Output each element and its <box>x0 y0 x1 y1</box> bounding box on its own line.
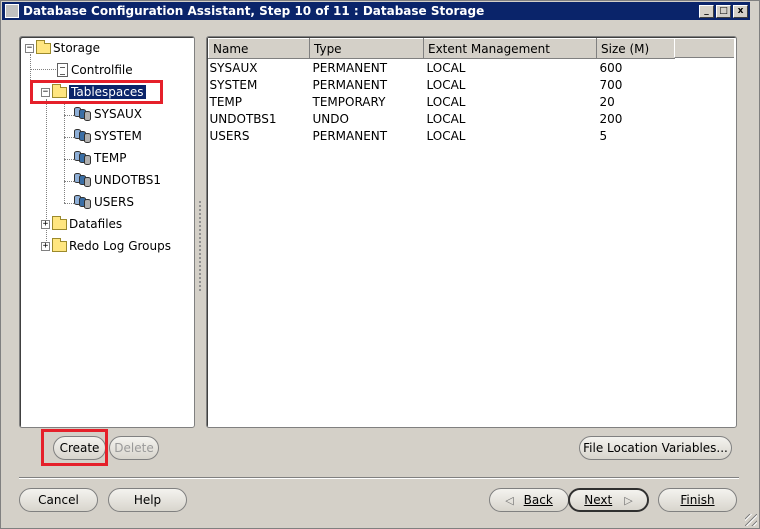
tree-node-tablespace[interactable]: SYSTEM <box>74 127 142 145</box>
next-arrow-icon: ▷ <box>624 493 633 507</box>
close-button[interactable]: x <box>733 4 748 18</box>
table-row[interactable]: SYSAUX PERMANENT LOCAL 600 <box>209 59 675 77</box>
tree-node-datafiles[interactable]: + Datafiles <box>41 215 122 233</box>
maximize-button[interactable]: □ <box>716 4 731 18</box>
tree-node-label: SYSTEM <box>94 129 142 143</box>
finish-button[interactable]: Finish <box>658 488 737 512</box>
cell-type: PERMANENT <box>312 128 388 143</box>
column-header-type[interactable]: Type <box>309 38 424 59</box>
highlight-box-create <box>41 429 108 466</box>
table-row[interactable]: UNDOTBS1 UNDO LOCAL 200 <box>209 110 675 127</box>
tree-node-storage[interactable]: − Storage <box>25 39 100 57</box>
resize-grip-icon[interactable] <box>745 514 757 526</box>
cell-type: UNDO <box>312 111 349 126</box>
tree-node-label: Datafiles <box>69 217 123 231</box>
tree-connector <box>30 69 56 70</box>
footer-separator <box>19 477 739 479</box>
table-row[interactable]: SYSTEM PERMANENT LOCAL 700 <box>209 76 675 93</box>
table-row[interactable]: USERS PERMANENT LOCAL 5 <box>209 127 675 144</box>
next-button-label: Next <box>584 493 613 507</box>
cell-size: 5 <box>599 128 608 143</box>
back-button[interactable]: ◁ Back <box>489 488 569 512</box>
cell-type: PERMANENT <box>312 60 388 75</box>
expand-icon[interactable]: + <box>41 241 50 251</box>
highlight-box-tablespaces <box>30 80 163 104</box>
app-icon <box>5 4 19 18</box>
tree-node-label: UNDOTBS1 <box>94 173 162 187</box>
collapse-icon[interactable]: − <box>25 43 34 53</box>
cell-size: 600 <box>599 60 623 75</box>
tree-node-redo-log-groups[interactable]: + Redo Log Groups <box>41 237 171 255</box>
window-title: Database Configuration Assistant, Step 1… <box>23 4 485 18</box>
tree-connector <box>64 115 74 116</box>
tablespace-icon <box>74 151 92 165</box>
cell-extent-management: LOCAL <box>426 111 466 126</box>
cell-size: 200 <box>599 111 623 126</box>
panel-splitter[interactable] <box>199 201 203 291</box>
cancel-button[interactable]: Cancel <box>19 488 98 512</box>
cell-extent-management: LOCAL <box>426 94 466 109</box>
finish-button-label: Finish <box>680 493 715 507</box>
tree-node-tablespace[interactable]: UNDOTBS1 <box>74 171 161 189</box>
cell-size: 700 <box>599 77 623 92</box>
tree-node-tablespace[interactable]: USERS <box>74 193 134 211</box>
cell-name: TEMP <box>209 94 243 109</box>
cell-extent-management: LOCAL <box>426 77 466 92</box>
tablespace-icon <box>74 129 92 143</box>
cell-type: TEMPORARY <box>312 94 386 109</box>
tablespace-icon <box>74 107 92 121</box>
cell-name: UNDOTBS1 <box>209 111 277 126</box>
next-button[interactable]: Next ▷ <box>568 488 649 512</box>
document-icon <box>57 63 68 77</box>
tree-node-controlfile[interactable]: Controlfile <box>57 61 133 79</box>
tree-node-label: Storage <box>53 41 100 55</box>
cell-name: SYSAUX <box>209 60 258 75</box>
column-header-size[interactable]: Size (M) <box>596 38 675 59</box>
minimize-button[interactable]: _ <box>699 4 714 18</box>
dialog-window: Database Configuration Assistant, Step 1… <box>0 0 760 529</box>
tree-connector <box>64 159 74 160</box>
column-header-extent-management[interactable]: Extent Management <box>423 38 597 59</box>
folder-icon <box>52 215 67 230</box>
folder-icon <box>52 237 67 252</box>
cell-extent-management: LOCAL <box>426 60 466 75</box>
column-header-filler <box>674 38 734 58</box>
tree-connector <box>64 101 65 203</box>
tree-connector <box>64 181 74 182</box>
table-row[interactable]: TEMP TEMPORARY LOCAL 20 <box>209 93 675 110</box>
tree-node-label: Controlfile <box>71 63 133 77</box>
tree-connector <box>64 137 74 138</box>
tree-node-label: SYSAUX <box>94 107 142 121</box>
tablespace-icon <box>74 195 92 209</box>
tree-node-label: USERS <box>94 195 134 209</box>
tree-node-tablespace[interactable]: TEMP <box>74 149 127 167</box>
cell-name: SYSTEM <box>209 77 258 92</box>
tablespace-table: Name Type Extent Management Size (M) SYS… <box>208 38 675 144</box>
tree-node-label: Redo Log Groups <box>69 239 171 253</box>
file-location-variables-button[interactable]: File Location Variables... <box>579 436 732 460</box>
tree-node-label: TEMP <box>94 151 127 165</box>
help-button[interactable]: Help <box>108 488 187 512</box>
column-header-name[interactable]: Name <box>208 38 310 59</box>
delete-button: Delete <box>109 436 159 460</box>
cell-extent-management: LOCAL <box>426 128 466 143</box>
tree-connector <box>64 203 74 204</box>
tablespace-table-panel[interactable]: Name Type Extent Management Size (M) SYS… <box>206 36 737 428</box>
title-bar[interactable]: Database Configuration Assistant, Step 1… <box>2 2 750 20</box>
tablespace-icon <box>74 173 92 187</box>
back-arrow-icon: ◁ <box>505 493 514 507</box>
tree-node-tablespace[interactable]: SYSAUX <box>74 105 142 123</box>
expand-icon[interactable]: + <box>41 219 50 229</box>
folder-icon <box>36 39 51 54</box>
cell-name: USERS <box>209 128 250 143</box>
cell-size: 20 <box>599 94 615 109</box>
back-button-label: Back <box>523 493 553 507</box>
table-header-row: Name Type Extent Management Size (M) <box>208 38 675 59</box>
cell-type: PERMANENT <box>312 77 388 92</box>
